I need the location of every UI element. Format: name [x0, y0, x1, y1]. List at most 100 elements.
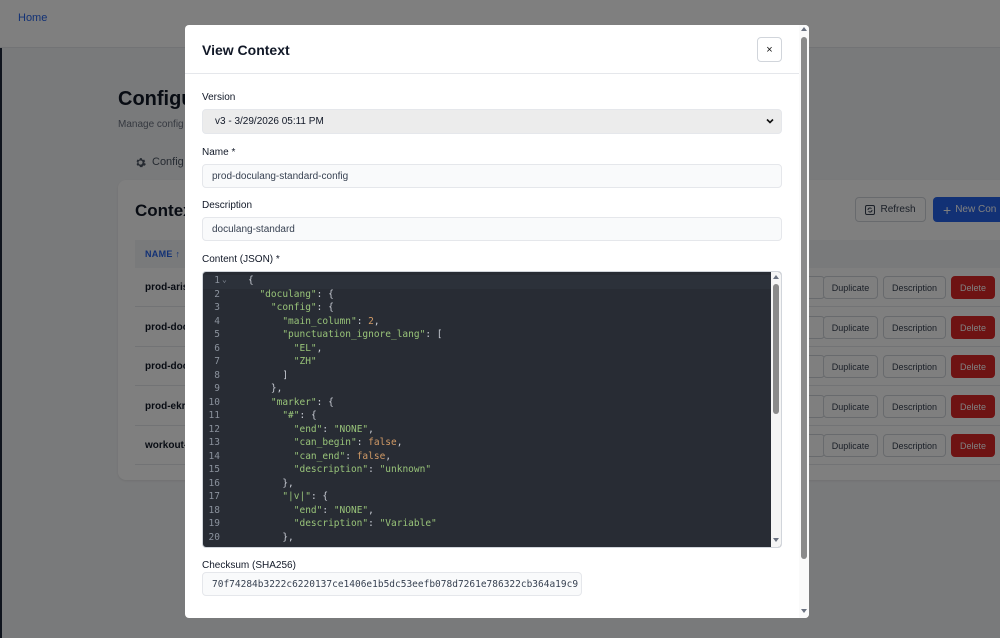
code-token: "unknown"	[379, 464, 432, 475]
code-text: "marker": {	[248, 397, 334, 408]
code-token: : {	[316, 396, 334, 408]
code-text: "doculang": {	[248, 288, 334, 300]
code-line: 16 },	[203, 478, 773, 492]
code-token: : {	[299, 410, 317, 421]
line-number: 20	[208, 531, 220, 543]
line-number: 7	[214, 356, 220, 367]
scroll-up-arrow-icon[interactable]	[773, 275, 779, 279]
name-field[interactable]: prod-doculang-standard-config	[202, 164, 782, 188]
code-text: "end": "NONE",	[248, 424, 374, 435]
line-number: 10	[208, 396, 220, 408]
line-number: 13	[208, 437, 220, 448]
code-line: 9 },	[203, 383, 773, 397]
code-line: 6 "EL",	[203, 343, 773, 357]
fold-chevron-icon[interactable]: ⌄	[222, 275, 227, 284]
line-number: 8	[214, 369, 220, 381]
version-select[interactable]: v3 - 3/29/2026 05:11 PM	[202, 109, 782, 134]
line-number: 6	[214, 342, 220, 354]
line-number: 11	[208, 410, 220, 421]
scroll-up-arrow-icon[interactable]	[801, 27, 807, 31]
line-number: 17	[208, 491, 220, 502]
code-token: "|v|"	[282, 491, 311, 502]
code-text: {	[248, 275, 254, 286]
chevron-down-icon	[766, 118, 774, 124]
line-number: 9	[214, 383, 220, 394]
description-field[interactable]: doculang-standard	[202, 217, 782, 241]
line-number: 12	[208, 423, 220, 435]
code-text: "ZH"	[248, 356, 317, 367]
code-token: "punctuation_ignore_lang"	[282, 329, 426, 340]
code-lines: 1 ⌄{2 "doculang": {3 "config": {4 "main_c…	[203, 275, 773, 545]
code-line: 2 "doculang": {	[203, 289, 773, 303]
line-number: 19	[208, 518, 220, 529]
checksum-field[interactable]: 70f74284b3222c6220137ce1406e1b5dc53eefb0…	[202, 572, 582, 596]
code-token: },	[248, 383, 283, 394]
code-text: "|v|": {	[248, 491, 328, 502]
code-text: ]	[248, 370, 288, 381]
code-token: :	[322, 423, 334, 435]
code-token: "main_column"	[282, 315, 357, 327]
code-line: 18 "end": "NONE",	[203, 505, 773, 519]
code-line: 11 "#": {	[203, 410, 773, 424]
code-text: "main_column": 2,	[248, 315, 380, 327]
code-text: "description": "unknown"	[248, 464, 431, 475]
code-text: },	[248, 383, 282, 394]
modal-scrollbar[interactable]	[799, 25, 809, 618]
checksum-value: 70f74284b3222c6220137ce1406e1b5dc53eefb0…	[212, 578, 579, 590]
json-editor[interactable]: 1 ⌄{2 "doculang": {3 "config": {4 "main_c…	[202, 271, 782, 548]
code-token: {	[248, 275, 254, 286]
code-line: 8 ]	[203, 370, 773, 384]
close-button[interactable]: ×	[757, 37, 782, 62]
code-token: : {	[310, 491, 329, 502]
code-text: "EL",	[248, 342, 323, 354]
modal-title: View Context	[202, 42, 290, 58]
version-label: Version	[202, 92, 236, 103]
code-token: ,	[396, 437, 403, 448]
editor-scroll-thumb[interactable]	[773, 284, 779, 414]
scroll-down-arrow-icon[interactable]	[773, 538, 779, 542]
code-token: "NONE"	[333, 423, 369, 435]
line-number: 1	[214, 275, 220, 286]
code-token: "EL"	[293, 342, 317, 354]
scroll-down-arrow-icon[interactable]	[801, 609, 807, 613]
name-field-value: prod-doculang-standard-config	[212, 170, 349, 182]
code-token: "marker"	[270, 396, 317, 408]
code-token: "ZH"	[293, 356, 317, 367]
modal-scroll-thumb[interactable]	[801, 37, 807, 559]
code-token: "description"	[293, 518, 369, 529]
code-line: 20 },	[203, 532, 773, 546]
code-token: : {	[316, 302, 334, 313]
code-token: "NONE"	[333, 504, 369, 516]
editor-scrollbar[interactable]	[771, 272, 781, 547]
code-line: 15 "description": "unknown"	[203, 464, 773, 478]
code-token: "can_begin"	[293, 437, 357, 448]
code-token: : {	[316, 288, 334, 300]
code-token: ,	[316, 342, 323, 354]
code-token: "doculang"	[259, 288, 317, 300]
line-number: 18	[208, 504, 220, 516]
content-label: Content (JSON) *	[202, 254, 280, 265]
version-selected-value: v3 - 3/29/2026 05:11 PM	[215, 116, 324, 127]
code-text: "#": {	[248, 410, 317, 421]
code-text: "can_begin": false,	[248, 437, 403, 448]
code-token: false	[356, 450, 386, 462]
code-text: },	[248, 532, 293, 543]
code-line: 19 "description": "Variable"	[203, 518, 773, 532]
code-token: :	[356, 437, 369, 448]
line-number: 16	[208, 477, 220, 489]
code-token: "Variable"	[379, 518, 437, 529]
close-icon: ×	[766, 43, 773, 56]
description-field-value: doculang-standard	[212, 223, 295, 235]
code-token: false	[368, 437, 397, 448]
code-token: ,	[373, 315, 380, 327]
